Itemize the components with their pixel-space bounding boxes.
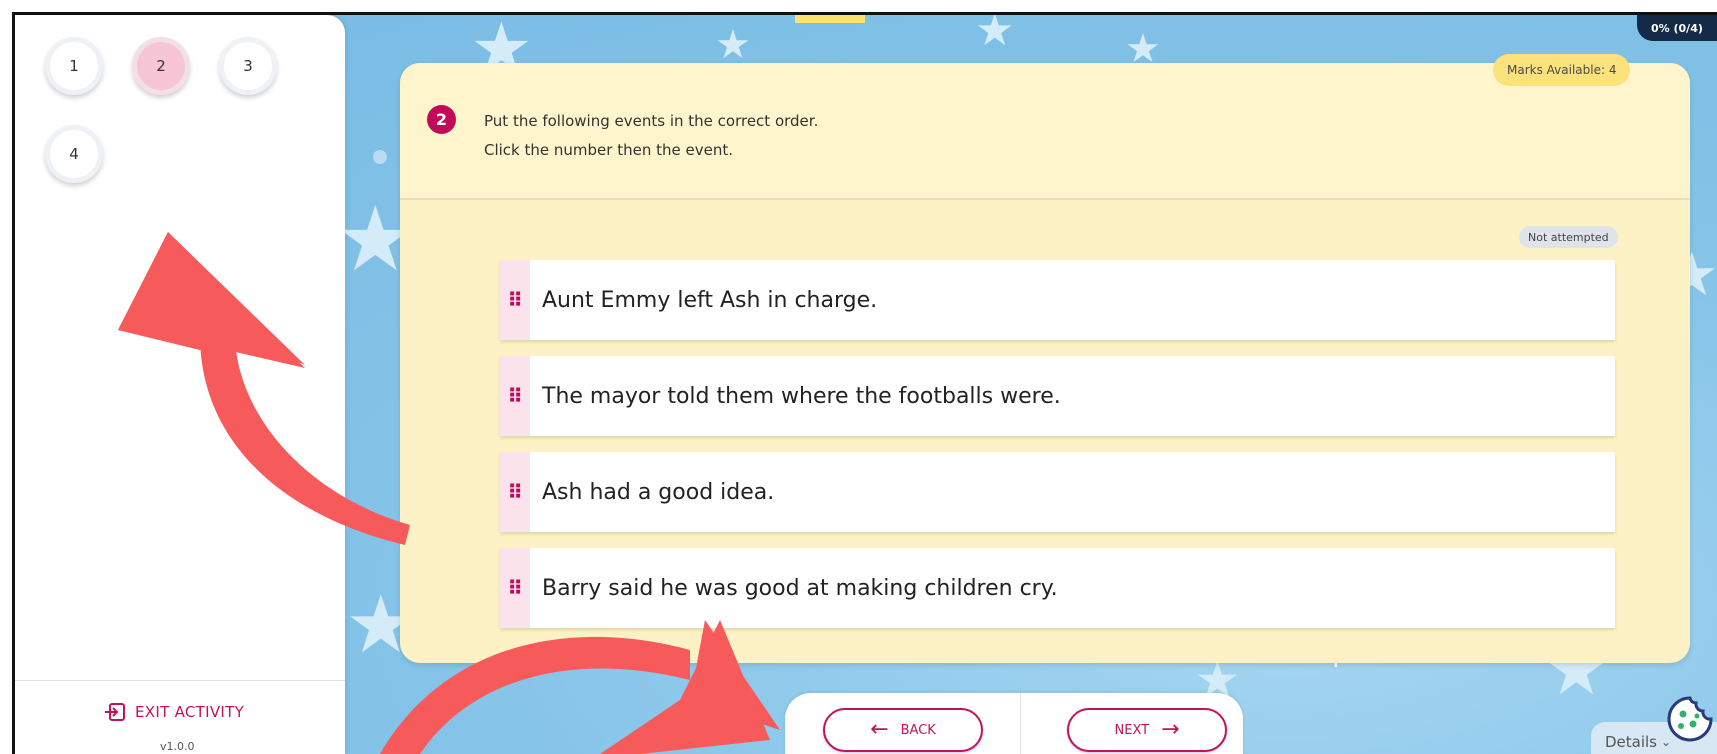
next-button-label: NEXT	[1114, 722, 1150, 738]
sidebar-divider	[15, 680, 345, 681]
drag-handle-icon[interactable]: ⠿	[500, 356, 530, 436]
question-button-label: 4	[69, 145, 79, 163]
attempt-status-badge: Not attempted	[1519, 226, 1618, 248]
question-number-badge: 2	[427, 105, 456, 134]
nav-divider	[1020, 693, 1021, 754]
details-label: Details	[1605, 733, 1658, 751]
event-item[interactable]: ⠿ Barry said he was good at making child…	[500, 548, 1615, 628]
event-text: Ash had a good idea.	[542, 479, 775, 505]
activity-frame: ★ ★ ★ ★ ★ ★ ★ ★ ★ ✳ ✳ 1 2 3 4	[12, 12, 1717, 754]
question-button-2[interactable]: 2	[132, 37, 190, 95]
event-text: The mayor told them where the footballs …	[542, 383, 1061, 409]
back-button-label: BACK	[900, 722, 936, 738]
question-card: Marks Available: 4 2 Put the following e…	[400, 54, 1690, 663]
star-decoration: ★	[715, 22, 751, 68]
question-header: Marks Available: 4 2 Put the following e…	[400, 54, 1690, 200]
event-item[interactable]: ⠿ The mayor told them where the football…	[500, 356, 1615, 436]
progress-indicator: 0% (0/4)	[1637, 15, 1717, 41]
exit-activity-label: EXIT ACTIVITY	[135, 703, 245, 721]
question-button-label: 3	[243, 57, 253, 75]
version-label: v1.0.0	[160, 740, 195, 753]
question-instruction-line: Click the number then the event.	[484, 141, 733, 159]
exit-icon	[105, 703, 125, 721]
dot-decoration	[373, 150, 387, 164]
bottom-navigation: ← BACK NEXT →	[785, 693, 1243, 754]
arrow-left-icon: ←	[870, 717, 889, 742]
drag-handle-icon[interactable]: ⠿	[500, 548, 530, 628]
event-text: Barry said he was good at making childre…	[542, 575, 1058, 601]
arrow-right-icon: →	[1161, 717, 1180, 742]
question-button-1[interactable]: 1	[45, 37, 103, 95]
question-instruction-line: Put the following events in the correct …	[484, 112, 819, 130]
event-item[interactable]: ⠿ Aunt Emmy left Ash in charge.	[500, 260, 1615, 340]
question-button-4[interactable]: 4	[45, 125, 103, 183]
question-button-label: 1	[69, 57, 79, 75]
drag-handle-icon[interactable]: ⠿	[500, 452, 530, 532]
event-text: Aunt Emmy left Ash in charge.	[542, 287, 878, 313]
next-button[interactable]: NEXT →	[1067, 708, 1227, 752]
event-item[interactable]: ⠿ Ash had a good idea.	[500, 452, 1615, 532]
exit-activity-button[interactable]: EXIT ACTIVITY	[105, 703, 244, 721]
star-decoration: ★	[975, 12, 1015, 56]
question-button-label: 2	[156, 57, 166, 75]
drag-handle-icon[interactable]: ⠿	[500, 260, 530, 340]
question-button-3[interactable]: 3	[219, 37, 277, 95]
back-button[interactable]: ← BACK	[823, 708, 983, 752]
decorative-yellow-strip	[795, 15, 865, 23]
event-order-list: ⠿ Aunt Emmy left Ash in charge. ⠿ The ma…	[500, 260, 1615, 644]
question-sidebar: 1 2 3 4 EXIT ACTIVITY v1.0.0	[15, 15, 345, 754]
marks-available-badge: Marks Available: 4	[1493, 54, 1631, 86]
question-instructions: Put the following events in the correct …	[484, 107, 818, 165]
cookie-icon[interactable]	[1665, 694, 1715, 744]
